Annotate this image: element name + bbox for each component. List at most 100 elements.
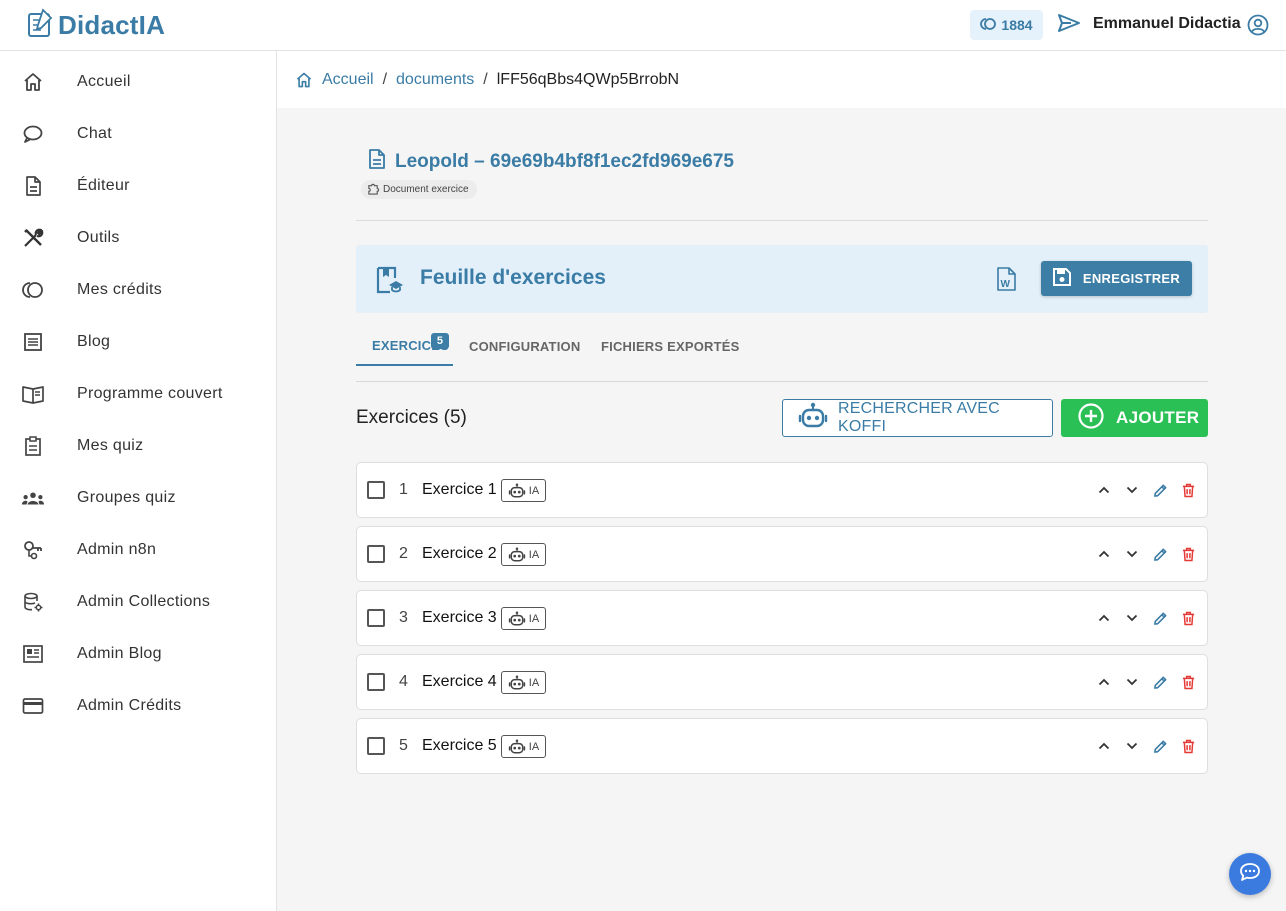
move-up-icon[interactable] — [1094, 480, 1114, 500]
sidebar-item-editeur[interactable]: Éditeur — [0, 160, 276, 212]
exercises-heading: Exercices (5) — [356, 407, 467, 428]
move-down-icon[interactable] — [1122, 544, 1142, 564]
ia-badge-label: IA — [528, 612, 540, 625]
move-up-icon[interactable] — [1094, 736, 1114, 756]
breadcrumb-documents-link[interactable]: documents — [396, 71, 474, 89]
delete-icon[interactable] — [1178, 544, 1198, 564]
main-content: Accueil / documents / lFF56qBbs4QWp5Brro… — [277, 50, 1286, 911]
sidebar-item-blog[interactable]: Blog — [0, 316, 276, 368]
user-account-icon[interactable] — [1247, 14, 1269, 36]
sidebar-item-mes-quiz[interactable]: Mes quiz — [0, 420, 276, 472]
exercise-name: Exercice 3 — [422, 609, 497, 626]
exercise-name: Exercice 2 — [422, 545, 497, 562]
sidebar-item-label: Admin Blog — [77, 645, 162, 662]
tab-configuration[interactable]: CONFIGURATION — [469, 326, 580, 366]
tab-fichiers-exportes[interactable]: FICHIERS EXPORTÉS — [601, 326, 739, 366]
edit-icon[interactable] — [1150, 736, 1170, 756]
exercise-row[interactable]: 3 Exercice 3 IA — [356, 590, 1208, 646]
exercise-checkbox[interactable] — [367, 545, 385, 563]
move-down-icon[interactable] — [1122, 736, 1142, 756]
exercise-name: Exercice 1 — [422, 481, 497, 498]
database-icon — [21, 590, 45, 614]
exercise-row[interactable]: 1 Exercice 1 IA — [356, 462, 1208, 518]
exercise-row[interactable]: 5 Exercice 5 IA — [356, 718, 1208, 774]
breadcrumb-separator: / — [483, 70, 488, 88]
breadcrumb-home-link[interactable]: Accueil — [322, 71, 374, 89]
save-icon — [1052, 268, 1071, 289]
move-down-icon[interactable] — [1122, 480, 1142, 500]
edit-icon[interactable] — [1150, 480, 1170, 500]
group-icon — [21, 486, 45, 510]
exercise-name: Exercice 4 — [422, 673, 497, 690]
exercise-checkbox[interactable] — [367, 673, 385, 691]
delete-icon[interactable] — [1178, 672, 1198, 692]
sidebar-item-admin-blog[interactable]: Admin Blog — [0, 628, 276, 680]
top-bar: DidactIA 1884 Emmanuel Didactia — [0, 0, 1286, 50]
save-label: ENREGISTRER — [1082, 271, 1181, 286]
delete-icon[interactable] — [1178, 736, 1198, 756]
chat-bubble-icon — [1239, 862, 1261, 887]
sidebar-item-programme-couvert[interactable]: Programme couvert — [0, 368, 276, 420]
robot-icon — [798, 402, 828, 435]
robot-icon — [508, 610, 526, 627]
add-circle-icon — [1078, 402, 1104, 434]
send-button[interactable] — [1056, 13, 1082, 37]
save-button[interactable]: ENREGISTRER — [1041, 261, 1192, 296]
breadcrumb: Accueil / documents / lFF56qBbs4QWp5Brro… — [277, 51, 1286, 108]
move-up-icon[interactable] — [1094, 544, 1114, 564]
exercise-checkbox[interactable] — [367, 609, 385, 627]
sidebar-item-label: Outils — [77, 229, 120, 246]
ia-badge-label: IA — [528, 548, 540, 561]
user-name[interactable]: Emmanuel Didactia — [1093, 15, 1241, 33]
ia-badge: IA — [501, 543, 546, 566]
ia-badge: IA — [501, 607, 546, 630]
edit-icon[interactable] — [1150, 608, 1170, 628]
home-icon[interactable] — [295, 71, 313, 89]
move-down-icon[interactable] — [1122, 672, 1142, 692]
document-title-row: Leopold – 69e69b4bf8f1ec2fd969e675 — [368, 149, 734, 174]
exercise-checkbox[interactable] — [367, 481, 385, 499]
exercise-name: Exercice 5 — [422, 737, 497, 754]
breadcrumb-current: lFF56qBbs4QWp5BrrobN — [496, 70, 680, 88]
move-up-icon[interactable] — [1094, 608, 1114, 628]
robot-icon — [508, 674, 526, 691]
sidebar-item-outils[interactable]: Outils — [0, 212, 276, 264]
sidebar-item-label: Programme couvert — [77, 385, 223, 402]
brand-logo[interactable]: DidactIA — [26, 8, 165, 43]
sidebar-item-label: Mes crédits — [77, 281, 163, 298]
sidebar-item-admin-credits[interactable]: Admin Crédits — [0, 680, 276, 732]
sidebar-item-label: Groupes quiz — [77, 489, 176, 506]
tab-count-badge: 5 — [431, 333, 449, 349]
delete-icon[interactable] — [1178, 608, 1198, 628]
exercise-checkbox[interactable] — [367, 737, 385, 755]
chat-icon — [21, 122, 45, 146]
sidebar-item-chat[interactable]: Chat — [0, 108, 276, 160]
add-exercise-button[interactable]: AJOUTER — [1061, 399, 1208, 437]
move-down-icon[interactable] — [1122, 608, 1142, 628]
sidebar-item-accueil[interactable]: Accueil — [0, 56, 276, 108]
search-koffi-button[interactable]: RECHERCHER AVEC KOFFI — [782, 399, 1053, 437]
sidebar: Accueil Chat Éditeur Outils Mes crédits … — [0, 50, 277, 911]
chat-support-button[interactable] — [1229, 853, 1271, 895]
sidebar-item-mes-credits[interactable]: Mes crédits — [0, 264, 276, 316]
sidebar-item-label: Admin n8n — [77, 541, 157, 558]
ia-badge-label: IA — [528, 484, 540, 497]
tab-exercices[interactable]: EXERCICES 5 — [356, 326, 453, 366]
edit-icon[interactable] — [1150, 672, 1170, 692]
delete-icon[interactable] — [1178, 480, 1198, 500]
send-icon — [1057, 13, 1081, 38]
credits-badge[interactable]: 1884 — [970, 10, 1043, 40]
ia-badge: IA — [501, 479, 546, 502]
brand-name: DidactIA — [58, 10, 166, 40]
exercise-row[interactable]: 2 Exercice 2 IA — [356, 526, 1208, 582]
edit-icon[interactable] — [1150, 544, 1170, 564]
sidebar-item-admin-n8n[interactable]: Admin n8n — [0, 524, 276, 576]
sidebar-item-groupes-quiz[interactable]: Groupes quiz — [0, 472, 276, 524]
move-up-icon[interactable] — [1094, 672, 1114, 692]
divider — [356, 220, 1208, 221]
word-export-icon[interactable]: W — [995, 267, 1019, 293]
exercise-row[interactable]: 4 Exercice 4 IA — [356, 654, 1208, 710]
credits-icon — [980, 17, 997, 34]
sidebar-item-admin-collections[interactable]: Admin Collections — [0, 576, 276, 628]
sidebar-item-label: Admin Crédits — [77, 697, 182, 714]
